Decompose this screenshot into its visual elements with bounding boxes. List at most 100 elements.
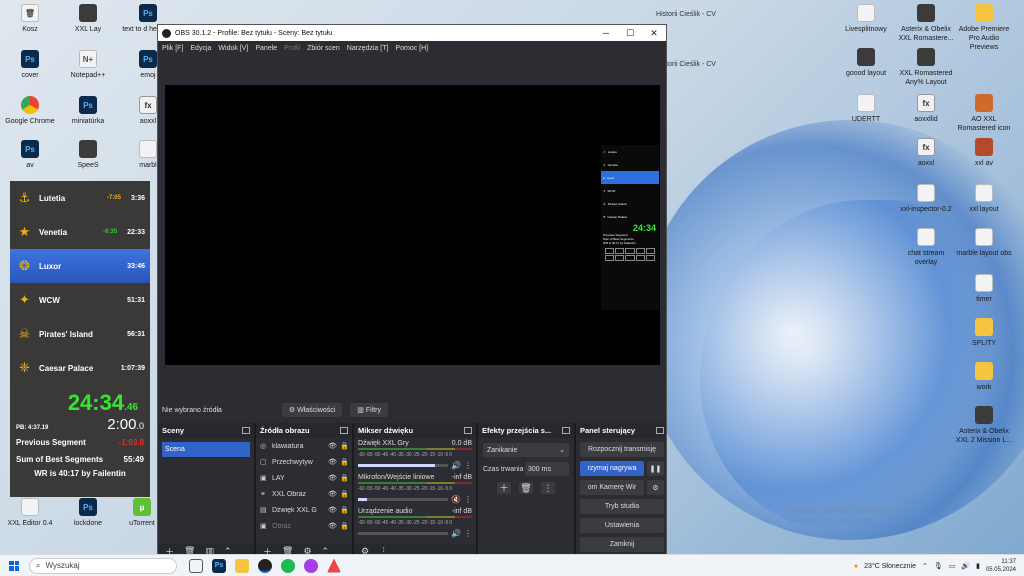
desktop-icon-xxl-lay[interactable]: XXL Lay — [58, 4, 118, 34]
desktop-icon-udertt[interactable]: UDERTT — [836, 94, 896, 124]
undock-icon[interactable] — [242, 427, 250, 434]
speaker-icon[interactable]: 🔊 — [451, 529, 461, 538]
menu-edit[interactable]: Edycja — [190, 45, 211, 52]
virtual-camera-button[interactable]: om Kamerę Wir — [580, 480, 644, 495]
desktop-icon-marble-layout[interactable]: marble layout obs — [954, 228, 1014, 258]
desktop-icon-ao-xxl-icon[interactable]: AO XXL Romastered icon — [954, 94, 1014, 133]
desktop-icon-xxl-inspector[interactable]: xxl-inspector-0.2 — [896, 184, 956, 214]
preview-canvas[interactable]: ⚓ Lutetia ★ Venetia ● Luxor ✦ WCW ☠ Pirates' … — [165, 85, 660, 365]
desktop-icon-livesplitnowy[interactable]: Livesplitnowy — [836, 4, 896, 34]
undock-icon[interactable] — [340, 427, 348, 434]
volume-slider[interactable] — [358, 532, 449, 535]
desktop-icon-cover[interactable]: Ps cover — [0, 50, 60, 80]
eye-icon[interactable]: 👁 — [328, 490, 337, 498]
eye-icon[interactable]: 👁 — [328, 506, 337, 514]
desktop-icon-av[interactable]: Ps av — [0, 140, 60, 170]
desktop-icon-xxl-editor[interactable]: XXL Editor 0.4 — [0, 498, 60, 528]
muted-speaker-icon[interactable]: 🔇 — [451, 495, 461, 504]
desktop-icon-premiere-previews[interactable]: Adobe Premiere Pro Audio Previews — [954, 4, 1014, 52]
duration-spinner[interactable]: 300 ms — [525, 462, 569, 476]
desktop-icon-timer[interactable]: timer — [954, 274, 1014, 304]
desktop-icon-chat-overlay[interactable]: chat stream overlay — [896, 228, 956, 267]
undock-icon[interactable] — [562, 427, 570, 434]
eye-icon[interactable]: 👁 — [328, 442, 337, 450]
desktop-icon-aoxxllid[interactable]: fx aoxxllid — [896, 94, 956, 124]
desktop-icon-notepad[interactable]: N+ Notepad++ — [58, 50, 118, 80]
transition-select[interactable]: Zanikanie ⌄ — [483, 443, 569, 457]
desktop-icon-work[interactable]: work — [954, 362, 1014, 392]
add-transition-button[interactable]: ＋ — [497, 482, 511, 494]
start-streaming-button[interactable]: Rozpocznij transmisję — [580, 442, 664, 457]
undock-icon[interactable] — [656, 427, 664, 434]
desktop-label-partial-1[interactable]: Historii Cieślik - CV — [656, 10, 716, 19]
source-item[interactable]: ▤ Dźwięk XXL G 👁 🔒 — [256, 502, 352, 518]
desktop-icon-miniaturka[interactable]: Ps miniatúrka — [58, 96, 118, 126]
desktop-icon-xxl-av[interactable]: xxl av — [954, 138, 1014, 168]
desktop-icon-xxl-layout[interactable]: xxl layout — [954, 184, 1014, 214]
kebab-menu-icon[interactable]: ⋮ — [464, 529, 472, 538]
obs-titlebar[interactable]: OBS 30.1.2 - Profile: Bez tytułu - Sceny… — [158, 25, 666, 41]
taskbar-search[interactable]: ⌕ Wyszukaj — [29, 557, 177, 574]
eye-icon[interactable]: 👁 — [328, 522, 337, 530]
desktop-icon-asterix-xxl[interactable]: Asterix & Obelix XXL Romastere... — [896, 4, 956, 43]
volume-icon[interactable]: 🔊 — [961, 562, 970, 570]
source-item[interactable]: ▣ Obraz 👁 🔒 — [256, 518, 352, 534]
source-item[interactable]: ◎ klawiatura 👁 🔒 — [256, 438, 352, 454]
kebab-menu-icon[interactable]: ⋮ — [464, 461, 472, 470]
desktop-icon-chrome[interactable]: Google Chrome — [0, 96, 60, 126]
exit-button[interactable]: Zamknij — [580, 537, 664, 552]
menu-profile[interactable]: Profil — [284, 45, 300, 52]
volume-slider[interactable] — [358, 498, 449, 501]
stop-recording-button[interactable]: rzymaj nagrywa — [580, 461, 644, 476]
pause-recording-button[interactable]: ❚❚ — [647, 461, 664, 476]
scene-item[interactable]: Scena — [162, 442, 250, 457]
clock[interactable]: 11:37 05.05.2024 — [986, 558, 1016, 574]
source-item[interactable]: ▢ Przechwytyw 👁 🔒 — [256, 454, 352, 470]
settings-button[interactable]: Ustawienia — [580, 518, 664, 533]
desktop-icon-lockdone[interactable]: Ps lockdone — [58, 498, 118, 528]
lock-icon[interactable]: 🔒 — [340, 522, 349, 530]
lock-icon[interactable]: 🔒 — [340, 474, 349, 482]
desktop-icon-recycle-bin[interactable]: 🗑 Kosz — [0, 4, 60, 34]
lock-icon[interactable]: 🔒 — [340, 506, 349, 514]
network-icon[interactable]: ▭ — [949, 562, 956, 570]
desktop-icon-aoxxl-right[interactable]: fx aoxxl — [896, 138, 956, 168]
volume-slider[interactable] — [358, 464, 449, 467]
livesplit-window[interactable]: ⚓ Lutetia -7:05 3:36 ★ Venetia -6:35 22:33 ❂ Luxo… — [10, 181, 150, 497]
spotify-icon[interactable] — [281, 558, 295, 573]
maximize-icon[interactable]: ☐ — [618, 25, 642, 41]
weather-icon[interactable]: ● — [854, 563, 858, 570]
virtual-camera-settings-button[interactable]: ⚙ — [647, 480, 664, 495]
transition-menu-button[interactable]: ⋮ — [541, 482, 555, 494]
desktop-icon-spees[interactable]: SpeeS — [58, 140, 118, 170]
source-item[interactable]: ▣ LAY 👁 🔒 — [256, 470, 352, 486]
lock-icon[interactable]: 🔒 — [340, 442, 349, 450]
properties-button[interactable]: ⚙ Właściwości — [281, 403, 343, 417]
obs-icon[interactable] — [258, 558, 272, 573]
desktop-icon-goood-layout[interactable]: goood layout — [836, 48, 896, 78]
weather-text[interactable]: 23°C Słonecznie — [864, 563, 916, 570]
desktop-icon-splity[interactable]: SPLITY — [954, 318, 1014, 348]
desktop-icon-asterix-xxl2[interactable]: Asterix & Obelix XXL 2 Mission L... — [954, 406, 1014, 445]
close-icon[interactable]: ✕ — [642, 25, 666, 41]
menu-tools[interactable]: Narzędzia [T] — [347, 45, 389, 52]
minimize-icon[interactable]: ─ — [594, 25, 618, 41]
task-view-icon[interactable] — [189, 558, 203, 573]
microphone-icon[interactable]: 🎙 — [934, 562, 943, 570]
lock-icon[interactable]: 🔒 — [340, 458, 349, 466]
file-explorer-icon[interactable] — [235, 558, 249, 573]
kebab-menu-icon[interactable]: ⋮ — [464, 495, 472, 504]
undock-icon[interactable] — [464, 427, 472, 434]
remove-transition-button[interactable]: 🗑 — [519, 482, 533, 494]
eye-icon[interactable]: 👁 — [328, 458, 337, 466]
messenger-icon[interactable] — [304, 558, 318, 573]
studio-mode-button[interactable]: Tryb studia — [580, 499, 664, 514]
menu-view[interactable]: Widok [V] — [218, 45, 248, 52]
desktop-icon-xxl-any-layout[interactable]: XXL Romastered Any% Layout — [896, 48, 956, 87]
speaker-icon[interactable]: 🔊 — [451, 461, 461, 470]
source-item[interactable]: ⚭ XXL Obraz 👁 🔒 — [256, 486, 352, 502]
photoshop-icon[interactable]: Ps — [212, 558, 226, 573]
menu-help[interactable]: Pomoc [H] — [395, 45, 428, 52]
menu-file[interactable]: Plik [F] — [162, 45, 183, 52]
chevron-up-icon[interactable]: ⌃ — [922, 562, 928, 570]
